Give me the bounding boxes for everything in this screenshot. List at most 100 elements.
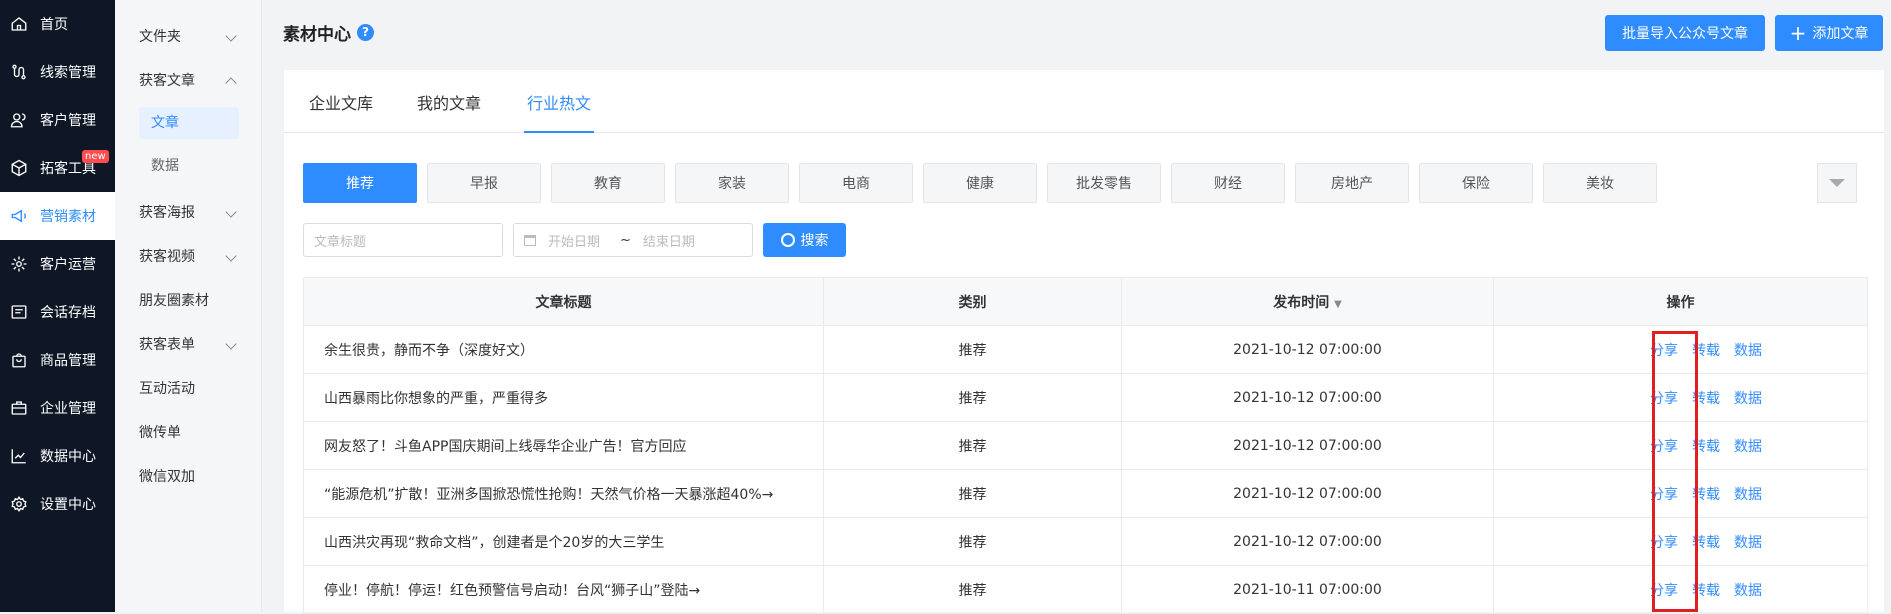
chevron-down-icon: [225, 338, 237, 350]
home-icon: [10, 15, 28, 33]
nav-item-operations[interactable]: 客户运营: [0, 240, 115, 288]
article-title[interactable]: 山西暴雨比你想象的严重，严重得多: [303, 373, 824, 422]
article-title[interactable]: 停业！停航！停运！红色预警信号启动！台风“狮子山”登陆→: [303, 565, 824, 614]
nav-item-customers[interactable]: 客户管理: [0, 96, 115, 144]
category-finance[interactable]: 财经: [1171, 163, 1285, 203]
sort-icon: ▼: [1334, 298, 1342, 310]
nav-item-leads[interactable]: 线索管理: [0, 48, 115, 96]
nav-item-settings[interactable]: 设置中心: [0, 480, 115, 528]
main-nav: 首页 线索管理 客户管理 拓客工具 new 营销素材 客户运营 会话存档 商品管理…: [0, 0, 115, 612]
table-row: 余生很贵，静而不争（深度好文） 推荐 2021-10-12 07:00:00 分享 转载…: [303, 325, 1868, 374]
data-link[interactable]: 数据: [1734, 439, 1762, 455]
plus-icon: +: [1789, 21, 1807, 45]
table-row: 山西洪灾再现“救命文档”，创建者是个20岁的大三学生 推荐 2021-10-12 0…: [303, 517, 1868, 566]
search-button[interactable]: 搜索: [763, 223, 846, 257]
submenu-flyer[interactable]: 微传单: [139, 422, 239, 442]
search-icon: [780, 233, 795, 247]
data-link[interactable]: 数据: [1734, 535, 1762, 551]
import-articles-button[interactable]: 批量导入公众号文章: [1605, 15, 1765, 51]
category-real-estate[interactable]: 房地产: [1295, 163, 1409, 203]
column-header-actions: 操作: [1493, 277, 1868, 326]
article-title[interactable]: “能源危机”扩散！亚洲多国掀恐慌性抢购！天然气价格一天暴涨超40%→: [303, 469, 824, 518]
help-icon[interactable]: ?: [357, 23, 374, 41]
table-row: 停业！停航！停运！红色预警信号启动！台风“狮子山”登陆→ 推荐 2021-10-11…: [303, 565, 1868, 614]
table-row: 网友怒了！斗鱼APP国庆期间上线辱华企业广告！官方回应 推荐 2021-10-12 …: [303, 421, 1868, 470]
article-time: 2021-10-12 07:00:00: [1121, 517, 1494, 566]
article-category: 推荐: [823, 325, 1122, 374]
more-categories-button[interactable]: [1817, 163, 1857, 203]
nav-item-tools[interactable]: 拓客工具 new: [0, 144, 115, 192]
sub-menu: 文件夹 获客文章 文章 数据 获客海报 获客视频 朋友圈素材 获客表单 互动活动…: [115, 0, 262, 612]
column-header-time[interactable]: 发布时间 ▼: [1121, 277, 1494, 326]
submenu-wechat-plus[interactable]: 微信双加: [139, 466, 239, 486]
chevron-down-icon: [225, 30, 237, 42]
date-range-picker[interactable]: 开始日期 ~ 结束日期: [513, 223, 753, 257]
briefcase-icon: [10, 399, 28, 417]
submenu-articles[interactable]: 获客文章: [139, 70, 239, 90]
route-icon: [10, 63, 28, 81]
category-beauty[interactable]: 美妆: [1543, 163, 1657, 203]
megaphone-icon: [10, 207, 28, 225]
data-link[interactable]: 数据: [1734, 391, 1762, 407]
category-education[interactable]: 教育: [551, 163, 665, 203]
article-title[interactable]: 山西洪灾再现“救命文档”，创建者是个20岁的大三学生: [303, 517, 824, 566]
data-link[interactable]: 数据: [1734, 487, 1762, 503]
nav-item-marketing[interactable]: 营销素材: [0, 192, 115, 240]
nav-item-home[interactable]: 首页: [0, 0, 115, 48]
chevron-up-icon: [225, 77, 237, 89]
users-icon: [10, 111, 28, 129]
tab-bar: 企业文库 我的文章 行业热文: [284, 70, 1884, 133]
submenu-data[interactable]: 数据: [139, 150, 239, 182]
settings-icon: [10, 495, 28, 513]
submenu-activity[interactable]: 互动活动: [139, 378, 239, 398]
column-header-title: 文章标题: [303, 277, 824, 326]
article-title[interactable]: 余生很贵，静而不争（深度好文）: [303, 325, 824, 374]
new-badge: new: [82, 150, 109, 163]
category-morning[interactable]: 早报: [427, 163, 541, 203]
column-header-category: 类别: [823, 277, 1122, 326]
submenu-moments[interactable]: 朋友圈素材: [139, 290, 239, 310]
submenu-folder[interactable]: 文件夹: [139, 26, 239, 46]
article-category: 推荐: [823, 469, 1122, 518]
title-search-input[interactable]: 文章标题: [303, 223, 503, 257]
submenu-video[interactable]: 获客视频: [139, 246, 239, 266]
article-time: 2021-10-12 07:00:00: [1121, 421, 1494, 470]
nav-item-archive[interactable]: 会话存档: [0, 288, 115, 336]
article-category: 推荐: [823, 517, 1122, 566]
nav-item-products[interactable]: 商品管理: [0, 336, 115, 384]
chat-archive-icon: [10, 303, 28, 321]
article-category: 推荐: [823, 373, 1122, 422]
category-health[interactable]: 健康: [923, 163, 1037, 203]
calendar-icon: [524, 234, 536, 246]
page-title: 素材中心: [283, 24, 351, 45]
add-article-button[interactable]: + 添加文章: [1775, 15, 1883, 51]
submenu-article[interactable]: 文章: [139, 107, 239, 139]
submenu-form[interactable]: 获客表单: [139, 334, 239, 354]
article-time: 2021-10-12 07:00:00: [1121, 469, 1494, 518]
category-retail[interactable]: 批发零售: [1047, 163, 1161, 203]
nav-item-enterprise[interactable]: 企业管理: [0, 384, 115, 432]
category-ecommerce[interactable]: 电商: [799, 163, 913, 203]
article-time: 2021-10-12 07:00:00: [1121, 373, 1494, 422]
category-insurance[interactable]: 保险: [1419, 163, 1533, 203]
category-recommend[interactable]: 推荐: [303, 163, 417, 203]
table-header-row: 文章标题 类别 发布时间 ▼ 操作: [303, 277, 1868, 326]
article-title[interactable]: 网友怒了！斗鱼APP国庆期间上线辱华企业广告！官方回应: [303, 421, 824, 470]
tab-my-articles[interactable]: 我的文章: [417, 90, 481, 133]
tab-hot-articles[interactable]: 行业热文: [524, 90, 595, 133]
tab-enterprise-library[interactable]: 企业文库: [309, 90, 373, 133]
category-home-decor[interactable]: 家装: [675, 163, 789, 203]
submenu-poster[interactable]: 获客海报: [139, 202, 239, 222]
data-link[interactable]: 数据: [1734, 343, 1762, 359]
nav-item-data[interactable]: 数据中心: [0, 432, 115, 480]
article-time: 2021-10-12 07:00:00: [1121, 325, 1494, 374]
table-row: “能源危机”扩散！亚洲多国掀恐慌性抢购！天然气价格一天暴涨超40%→ 推荐 2021…: [303, 469, 1868, 518]
cube-icon: [10, 159, 28, 177]
bag-icon: [10, 351, 28, 369]
nav-footer: [0, 528, 115, 612]
data-link[interactable]: 数据: [1734, 583, 1762, 599]
article-category: 推荐: [823, 565, 1122, 614]
triangle-down-icon: [1829, 179, 1845, 187]
article-category: 推荐: [823, 421, 1122, 470]
content-panel: 企业文库 我的文章 行业热文 推荐 早报 教育 家装 电商 健康 批发零售 财经…: [284, 70, 1884, 614]
